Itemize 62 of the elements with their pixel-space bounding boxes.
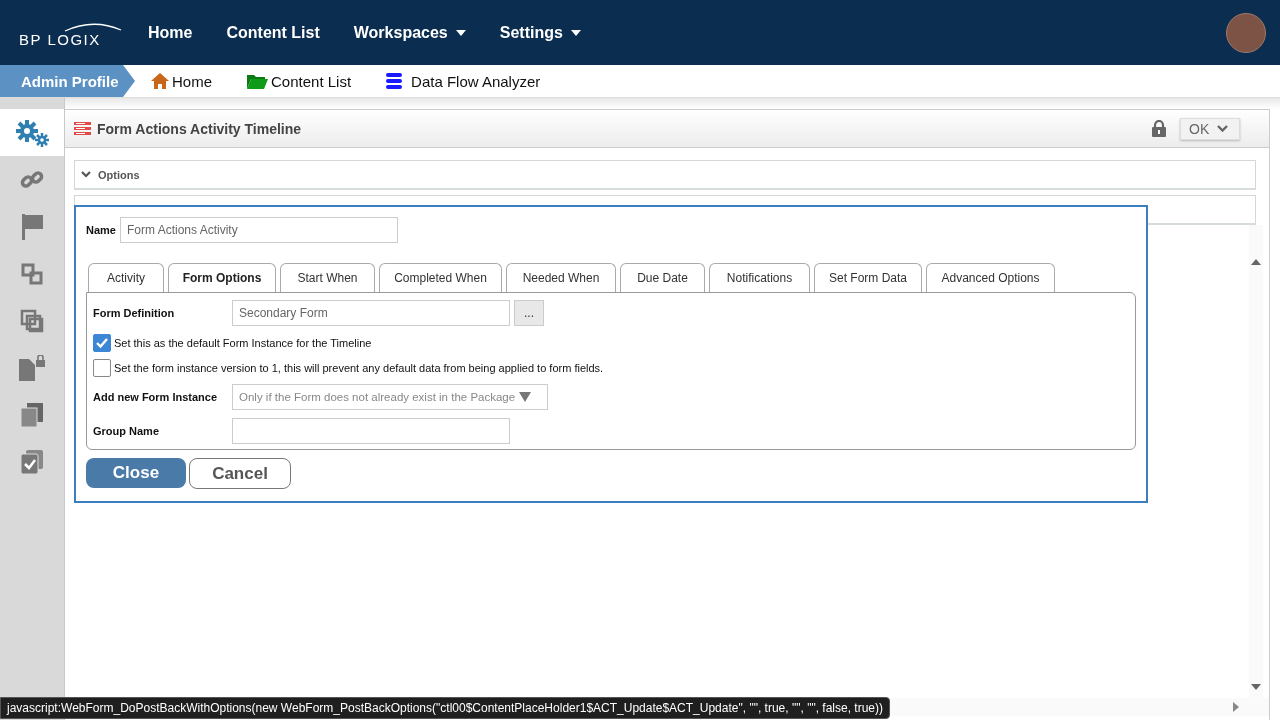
overlapping-squares-icon xyxy=(20,308,44,333)
gears-icon xyxy=(15,118,49,147)
vertical-scrollbar[interactable] xyxy=(1249,225,1263,698)
cancel-button[interactable]: Cancel xyxy=(189,458,291,489)
ok-dropdown-button[interactable]: OK xyxy=(1180,117,1240,140)
house-icon xyxy=(151,73,169,89)
field-label: Name xyxy=(86,224,116,236)
field-label: Add new Form Instance xyxy=(93,391,219,403)
checkbox[interactable] xyxy=(93,359,111,377)
tab[interactable]: Set Form Data xyxy=(814,263,922,292)
tab[interactable]: Form Options xyxy=(168,263,276,292)
name-field[interactable]: Form Actions Activity xyxy=(119,217,398,243)
nav-link[interactable]: Workspaces xyxy=(353,23,466,42)
group-name-field[interactable] xyxy=(232,418,510,444)
logo-arc-icon xyxy=(63,21,123,32)
list-icon xyxy=(74,121,91,136)
database-icon xyxy=(386,73,403,89)
browse-button[interactable]: ... xyxy=(514,300,544,326)
squares-icon xyxy=(21,262,43,285)
form-instance-dropdown[interactable]: Only if the Form does not already exist in the Package xyxy=(232,384,548,410)
scroll-down-icon xyxy=(1251,684,1261,690)
panel-title: Options xyxy=(98,168,140,181)
tab[interactable]: Completed When xyxy=(379,263,502,292)
checkbox-label: Set the form instance version to 1, this will prevent any default data from being applied to form fields. xyxy=(114,362,604,374)
locked-document-icon xyxy=(19,354,45,381)
field-label: Form Definition xyxy=(93,307,176,319)
avatar[interactable] xyxy=(1226,12,1266,53)
folder-icon xyxy=(247,73,268,89)
caret-icon xyxy=(570,29,581,36)
close-button[interactable]: Close xyxy=(86,458,186,488)
nav-link[interactable]: Home xyxy=(148,23,193,42)
tab[interactable]: Advanced Options xyxy=(926,263,1055,292)
nav-link[interactable]: Content List xyxy=(226,23,320,42)
caret-icon xyxy=(519,392,532,402)
form-definition-field[interactable]: Secondary Form xyxy=(232,300,510,326)
checkbox-label: Set this as the default Form Instance for the Timeline xyxy=(114,337,372,349)
checkbox[interactable] xyxy=(93,334,111,352)
scroll-up-icon xyxy=(1251,259,1261,265)
logo-text: BP LOGIX xyxy=(19,31,101,48)
options-panel[interactable]: Options xyxy=(74,160,1256,190)
breadcrumb-link[interactable]: Content List xyxy=(247,72,352,90)
breadcrumb-link[interactable]: Home xyxy=(151,72,212,90)
tab[interactable]: Start When xyxy=(280,263,375,292)
lock-icon xyxy=(1152,120,1166,137)
copies-icon xyxy=(21,402,43,427)
chevron-down-icon xyxy=(1217,125,1229,132)
sidebar-item[interactable] xyxy=(0,109,64,156)
tab[interactable]: Activity xyxy=(88,263,164,292)
flag-icon xyxy=(21,213,43,240)
chevron-down-icon xyxy=(81,171,91,178)
scroll-right-icon xyxy=(1233,702,1239,712)
tab[interactable]: Needed When xyxy=(506,263,616,292)
check-icon xyxy=(96,338,108,348)
tab[interactable]: Due Date xyxy=(620,263,705,292)
checked-document-icon xyxy=(21,449,43,474)
nav-link[interactable]: Settings xyxy=(499,23,581,42)
tab[interactable]: Notifications xyxy=(709,263,810,292)
breadcrumb-link[interactable]: Data Flow Analyzer xyxy=(386,72,541,90)
field-label: Group Name xyxy=(93,425,160,437)
status-url-tooltip: javascript:WebForm_DoPostBackWithOptions(new WebForm_PostBackOptions("ctl00$ContentPlaceHolder1$ACT_Update$ACT_Update", "", true, "", "", false, true)) xyxy=(0,697,890,719)
page-title: Form Actions Activity Timeline xyxy=(97,120,302,137)
caret-icon xyxy=(455,29,466,36)
